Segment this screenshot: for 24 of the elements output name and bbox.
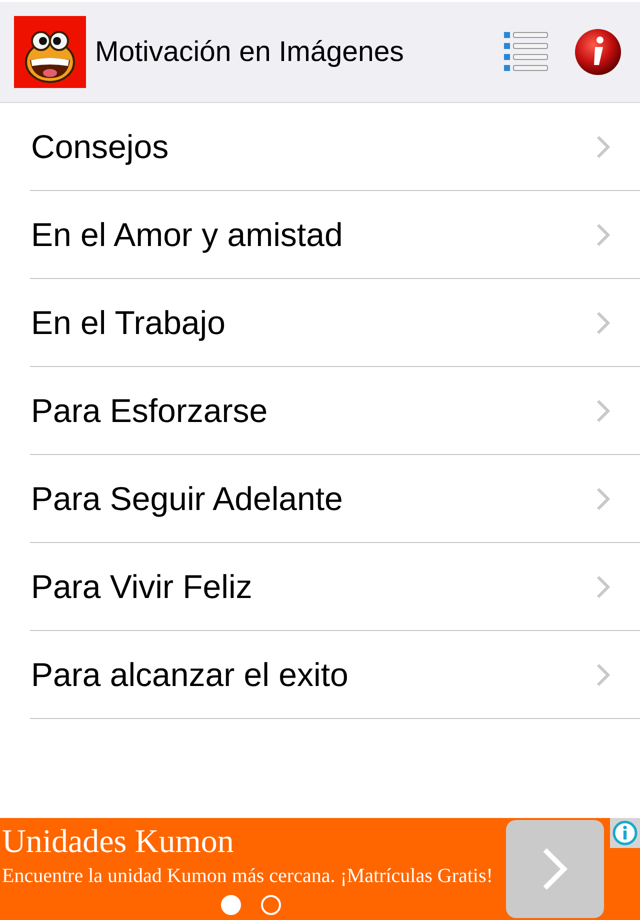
category-item[interactable]: Consejos <box>30 103 640 191</box>
app-title: Motivación en Imágenes <box>95 36 404 68</box>
chevron-right-icon <box>596 662 610 686</box>
chevron-right-icon <box>596 310 610 334</box>
next-button[interactable] <box>506 820 604 918</box>
chevron-right-icon <box>596 134 610 158</box>
page-dot-icon[interactable] <box>221 895 241 915</box>
chevron-right-icon <box>596 574 610 598</box>
chevron-right-icon <box>596 222 610 246</box>
category-item[interactable]: En el Amor y amistad <box>30 191 640 279</box>
category-item[interactable]: Para Vivir Feliz <box>30 543 640 631</box>
category-item[interactable]: Para Esforzarse <box>30 367 640 455</box>
ad-text: Encuentre la unidad Kumon más cercana. ¡Matrículas Gratis! <box>2 864 494 888</box>
chevron-right-icon <box>542 847 568 891</box>
category-item[interactable]: Para Seguir Adelante <box>30 455 640 543</box>
ad-title: Unidades Kumon <box>2 824 235 860</box>
smiley-face-icon <box>14 16 86 88</box>
category-item[interactable]: Para alcanzar el exito <box>30 631 640 719</box>
chevron-right-icon <box>596 486 610 510</box>
list-icon[interactable] <box>504 30 548 74</box>
chevron-right-icon <box>596 398 610 422</box>
info-icon[interactable] <box>574 28 622 76</box>
category-item[interactable]: En el Trabajo <box>30 279 640 367</box>
page-dot-icon[interactable] <box>261 895 281 915</box>
